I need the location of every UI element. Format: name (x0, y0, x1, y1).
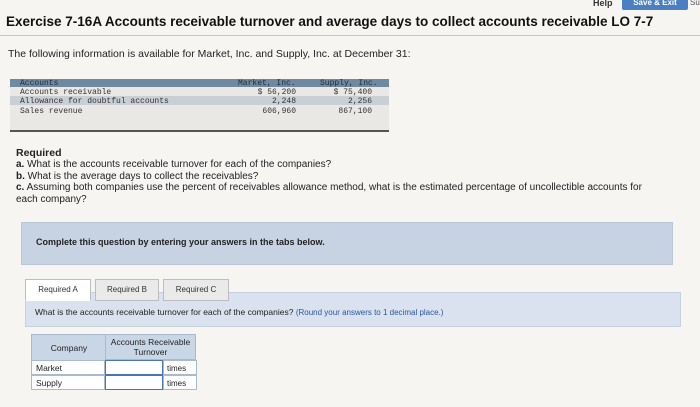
header-market: Market, Inc. (238, 79, 296, 88)
exercise-title: Exercise 7-16A Accounts receivable turno… (6, 14, 654, 29)
required-item-b: b. What is the average days to collect t… (16, 171, 656, 182)
instructions-box: Complete this question by entering your … (21, 222, 673, 265)
submit-button-partial[interactable]: Su (690, 0, 700, 7)
supply-value: 867,100 (338, 107, 372, 116)
unit-label: times (163, 375, 197, 390)
table-row: Market times (31, 360, 197, 375)
accounts-data-table: Accounts Market, Inc. Supply, Inc. Accou… (10, 79, 389, 132)
row-label: Allowance for doubtful accounts (20, 97, 169, 106)
title-divider (0, 35, 700, 36)
market-value: $ 56,200 (257, 88, 296, 97)
row-label: Sales revenue (20, 107, 83, 116)
tab-required-b[interactable]: Required B (95, 279, 159, 301)
supply-value: $ 75,400 (333, 88, 372, 97)
company-name: Market (31, 360, 105, 375)
required-section: Required a. What is the accounts receiva… (16, 147, 656, 205)
market-value: 2,248 (271, 97, 296, 106)
top-bar: Help Save & Exit Su (0, 0, 700, 14)
tab-required-c[interactable]: Required C (163, 279, 229, 301)
rounding-hint: (Round your answers to 1 decimal place.) (295, 308, 444, 317)
table-row: Supply times (31, 375, 197, 390)
tab-required-a[interactable]: Required A (25, 279, 91, 301)
item-text: What is the average days to collect the … (24, 170, 259, 182)
question-prompt: What is the accounts receivable turnover… (35, 307, 294, 317)
question-text: What is the accounts receivable turnover… (35, 307, 443, 317)
market-value: 606,960 (262, 107, 296, 116)
item-text: What is the accounts receivable turnover… (24, 159, 332, 171)
column-header-turnover: Accounts Receivable Turnover (105, 334, 196, 360)
column-header-company: Company (31, 334, 107, 362)
item-letter: b. (16, 170, 25, 182)
required-item-a: a. What is the accounts receivable turno… (16, 159, 656, 170)
supply-value: 2,256 (347, 97, 372, 106)
required-heading: Required (16, 147, 62, 159)
required-item-c: c. Assuming both companies use the perce… (16, 182, 656, 205)
unit-label: times (163, 360, 197, 375)
company-name: Supply (31, 375, 105, 390)
instructions-text: Complete this question by entering your … (36, 237, 325, 247)
save-exit-button[interactable]: Save & Exit (622, 0, 688, 10)
supply-turnover-input[interactable] (105, 375, 163, 390)
header-accounts: Accounts (20, 79, 59, 88)
intro-text: The following information is available f… (8, 48, 411, 60)
market-turnover-input[interactable] (105, 360, 163, 375)
help-link[interactable]: Help (593, 0, 613, 8)
item-text: Assuming both companies use the percent … (16, 182, 642, 205)
row-label: Accounts receivable (20, 88, 112, 97)
header-supply: Supply, Inc. (320, 79, 378, 88)
